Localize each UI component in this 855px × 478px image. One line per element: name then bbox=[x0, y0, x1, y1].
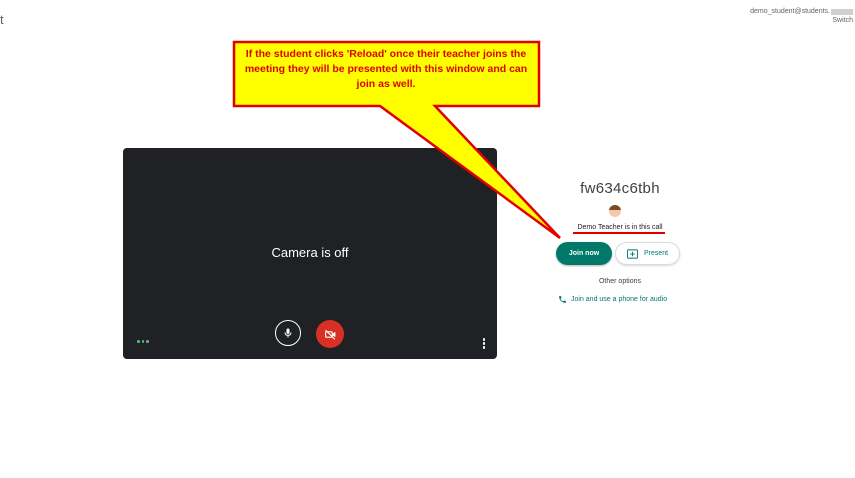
callout-text: If the student clicks 'Reload' once thei… bbox=[244, 48, 528, 90]
